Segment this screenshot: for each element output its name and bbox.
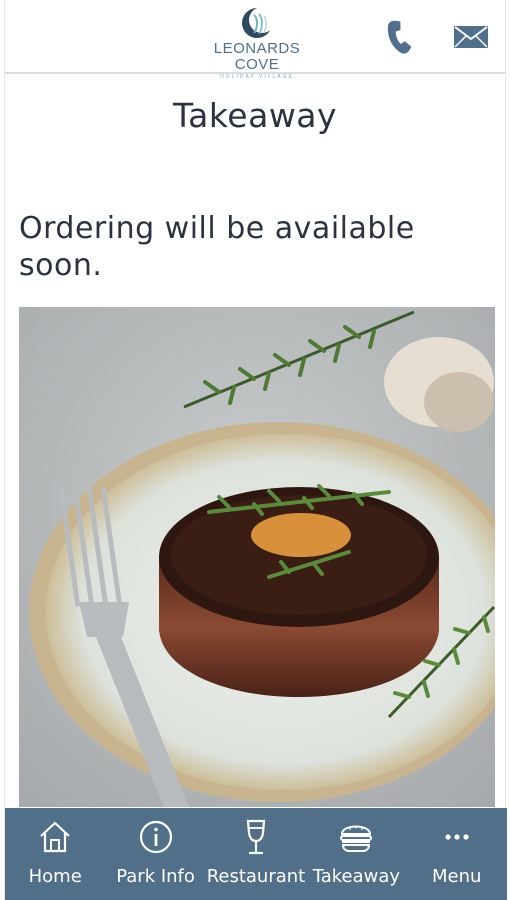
- nav-label-menu: Menu: [432, 866, 482, 887]
- wine-glass-icon: [246, 819, 266, 855]
- nav-label-takeaway: Takeaway: [312, 866, 401, 887]
- bottom-navigation: Home Park Info Restaurant Takeaway Menu: [5, 808, 507, 900]
- nav-item-menu[interactable]: Menu: [407, 818, 507, 887]
- phone-button[interactable]: [379, 18, 419, 56]
- nav-item-park-info[interactable]: Park Info: [106, 818, 206, 887]
- mail-button[interactable]: [451, 18, 491, 56]
- logo-crescent-icon: [242, 7, 274, 38]
- page-title: Takeaway: [172, 96, 338, 135]
- nav-item-takeaway[interactable]: Takeaway: [306, 818, 406, 887]
- logo-subtitle: HOLIDAY VILLAGE: [220, 74, 294, 80]
- ordering-notice: Ordering will be available soon.: [19, 211, 415, 283]
- steak-image-icon: [19, 307, 495, 807]
- nav-label-restaurant: Restaurant: [206, 866, 306, 887]
- nav-item-home[interactable]: Home: [5, 818, 105, 887]
- nav-item-restaurant[interactable]: Restaurant: [206, 818, 306, 887]
- logo[interactable]: LEONARDS COVE HOLIDAY VILLAGE: [191, 6, 323, 80]
- mail-icon: [454, 26, 488, 48]
- app-frame: LEONARDS COVE HOLIDAY VILLAGE Takeaway O…: [4, 0, 507, 900]
- info-icon: [139, 820, 172, 854]
- home-icon: [40, 821, 70, 853]
- app-header: LEONARDS COVE HOLIDAY VILLAGE: [5, 0, 505, 80]
- nav-label-home: Home: [28, 866, 82, 887]
- burger-icon: [340, 825, 373, 852]
- nav-label-park-info: Park Info: [116, 866, 195, 887]
- more-dots-icon: [445, 834, 469, 840]
- steak-hero-image: [19, 307, 495, 807]
- phone-icon: [387, 20, 412, 54]
- logo-name: LEONARDS COVE: [213, 40, 301, 73]
